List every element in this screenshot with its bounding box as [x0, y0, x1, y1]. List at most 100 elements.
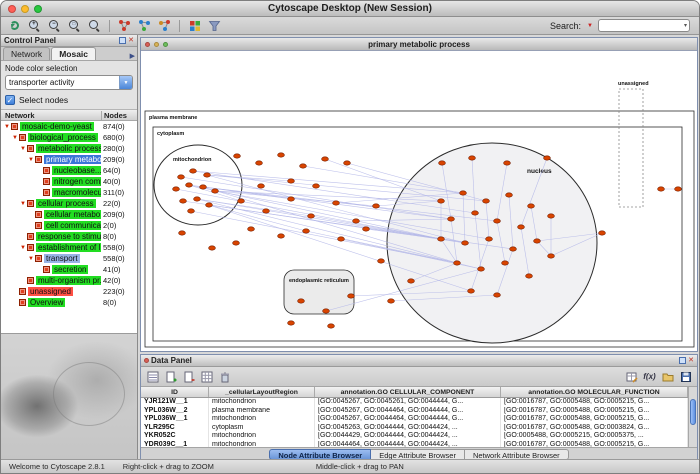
- tree-row-mosaic-demo-yeast[interactable]: ▼mosaic-demo-yeast874(0): [1, 121, 137, 132]
- network-node[interactable]: [363, 227, 370, 231]
- cell-id[interactable]: YDR039C__1: [141, 441, 209, 448]
- float-panel-icon[interactable]: [119, 37, 126, 44]
- network-node[interactable]: [468, 289, 475, 293]
- network-node[interactable]: [548, 254, 555, 258]
- network-node[interactable]: [256, 161, 263, 165]
- cell[interactable]: mitochondrion: [209, 415, 315, 424]
- network-node[interactable]: [460, 191, 467, 195]
- formula-builder-icon[interactable]: f(x): [642, 369, 657, 384]
- network-node[interactable]: [506, 193, 513, 197]
- network-node[interactable]: [178, 175, 185, 179]
- network-node[interactable]: [353, 219, 360, 223]
- cell-id[interactable]: YKR052C: [141, 432, 209, 441]
- tree-row-biological-process[interactable]: ▼biological_process680(0): [1, 132, 137, 143]
- filter-icon[interactable]: [206, 18, 223, 33]
- cell[interactable]: [GO:0016787, GO:0005488, GO:0005215, G..…: [501, 441, 688, 448]
- network-node[interactable]: [438, 199, 445, 203]
- tab-scroll-right-icon[interactable]: ▶: [130, 52, 135, 60]
- float-panel-icon[interactable]: [679, 357, 686, 364]
- tab-mosaic[interactable]: Mosaic: [51, 47, 96, 60]
- network-node[interactable]: [502, 261, 509, 265]
- network-node[interactable]: [388, 299, 395, 303]
- network-node[interactable]: [483, 199, 490, 203]
- network-node[interactable]: [288, 321, 295, 325]
- table-row[interactable]: YPL036W__1mitochondrion[GO:0045267, GO:0…: [141, 415, 688, 424]
- close-window-button[interactable]: [8, 5, 16, 13]
- zoom-in-icon[interactable]: +: [26, 18, 43, 33]
- tree-row-macromolecule[interactable]: macromolecule...311(0): [1, 187, 137, 198]
- cell-id[interactable]: YPL036W__1: [141, 415, 209, 424]
- tab-edge-attribute-browser[interactable]: Edge Attribute Browser: [371, 449, 465, 460]
- table-row[interactable]: YJR121W__1mitochondrion[GO:0045267, GO:0…: [141, 398, 688, 407]
- search-input[interactable]: [599, 20, 684, 31]
- network-node[interactable]: [486, 237, 493, 241]
- tree-row-nucleobase[interactable]: nucleobase...64(0): [1, 165, 137, 176]
- table-row[interactable]: YLR295Ccytoplasm[GO:0045263, GO:0044444,…: [141, 424, 688, 433]
- tree-row-multi-organism-pr[interactable]: multi-organism pr...42(0): [1, 275, 137, 286]
- network-node[interactable]: [526, 274, 533, 278]
- network-node[interactable]: [518, 225, 525, 229]
- tree-row-cellular-metabo[interactable]: cellular metabo...209(0): [1, 209, 137, 220]
- tree-column-network[interactable]: Network: [1, 111, 101, 120]
- network-node[interactable]: [313, 184, 320, 188]
- network-node[interactable]: [194, 197, 201, 201]
- column-header-annotation-go-cellular-component[interactable]: annotation.GO CELLULAR_COMPONENT: [315, 387, 501, 397]
- tree-expander-icon[interactable]: ▼: [19, 201, 27, 207]
- network-node[interactable]: [179, 231, 186, 235]
- network-node[interactable]: [186, 183, 193, 187]
- network-node[interactable]: [173, 187, 180, 191]
- cell[interactable]: [GO:0005488, GO:0005215, GO:0005375, ...: [501, 432, 688, 441]
- network-node[interactable]: [462, 241, 469, 245]
- network-overview-thumbnail[interactable]: [1, 333, 137, 459]
- zoom-out-icon[interactable]: −: [46, 18, 63, 33]
- network-node[interactable]: [544, 156, 551, 160]
- cell[interactable]: [GO:0045267, GO:0045261, GO:0044444, G..…: [315, 398, 501, 407]
- create-attribute-icon[interactable]: [163, 369, 178, 384]
- network-node[interactable]: [438, 237, 445, 241]
- network-node[interactable]: [408, 279, 415, 283]
- cell[interactable]: [GO:0044464, GO:0044444, GO:0044424, ...: [315, 441, 501, 448]
- delete-attribute-icon[interactable]: [181, 369, 196, 384]
- tree-expander-icon[interactable]: ▼: [3, 124, 11, 130]
- search-dropdown-icon[interactable]: ▾: [684, 22, 689, 29]
- network-node[interactable]: [478, 267, 485, 271]
- trash-icon[interactable]: [217, 369, 232, 384]
- tree-row-nitrogen-compo[interactable]: nitrogen compo...40(0): [1, 176, 137, 187]
- column-header-id[interactable]: ID: [141, 387, 209, 397]
- search-options-icon[interactable]: ▼: [587, 23, 593, 29]
- cell-id[interactable]: YLR295C: [141, 424, 209, 433]
- network-node[interactable]: [288, 197, 295, 201]
- network-node[interactable]: [233, 241, 240, 245]
- table-row[interactable]: YDR039C__1mitochondrion[GO:0044464, GO:0…: [141, 441, 688, 448]
- network-node[interactable]: [212, 189, 219, 193]
- vizmapper-icon[interactable]: [186, 18, 203, 33]
- network-node[interactable]: [344, 161, 351, 165]
- zoom-selected-region-icon[interactable]: □: [66, 18, 83, 33]
- tree-row-secretion[interactable]: secretion41(0): [1, 264, 137, 275]
- network-node[interactable]: [469, 156, 476, 160]
- table-row[interactable]: YKR052Cmitochondrion[GO:0044429, GO:0044…: [141, 432, 688, 441]
- network-node[interactable]: [303, 229, 310, 233]
- cell-id[interactable]: YPL036W__2: [141, 407, 209, 416]
- network-node[interactable]: [263, 209, 270, 213]
- cell[interactable]: [GO:0045267, GO:0044464, GO:0044444, G..…: [315, 407, 501, 416]
- import-attributes-icon[interactable]: [660, 369, 675, 384]
- network-node[interactable]: [454, 261, 461, 265]
- minimize-window-button[interactable]: [21, 5, 29, 13]
- network-node[interactable]: [348, 294, 355, 298]
- network-node[interactable]: [190, 169, 197, 173]
- network-node[interactable]: [548, 214, 555, 218]
- tree-row-unassigned[interactable]: unassigned223(0): [1, 286, 137, 297]
- network-node[interactable]: [504, 161, 511, 165]
- tree-expander-icon[interactable]: ▼: [27, 256, 35, 262]
- network-node[interactable]: [494, 219, 501, 223]
- network-node[interactable]: [528, 204, 535, 208]
- network-node[interactable]: [188, 209, 195, 213]
- tree-expander-icon[interactable]: ▼: [27, 157, 35, 163]
- network-node[interactable]: [599, 231, 606, 235]
- network-node[interactable]: [328, 324, 335, 328]
- network-node[interactable]: [238, 199, 245, 203]
- tree-row-transport[interactable]: ▼transport558(0): [1, 253, 137, 264]
- network-node[interactable]: [288, 179, 295, 183]
- annotation-icon[interactable]: [156, 18, 173, 33]
